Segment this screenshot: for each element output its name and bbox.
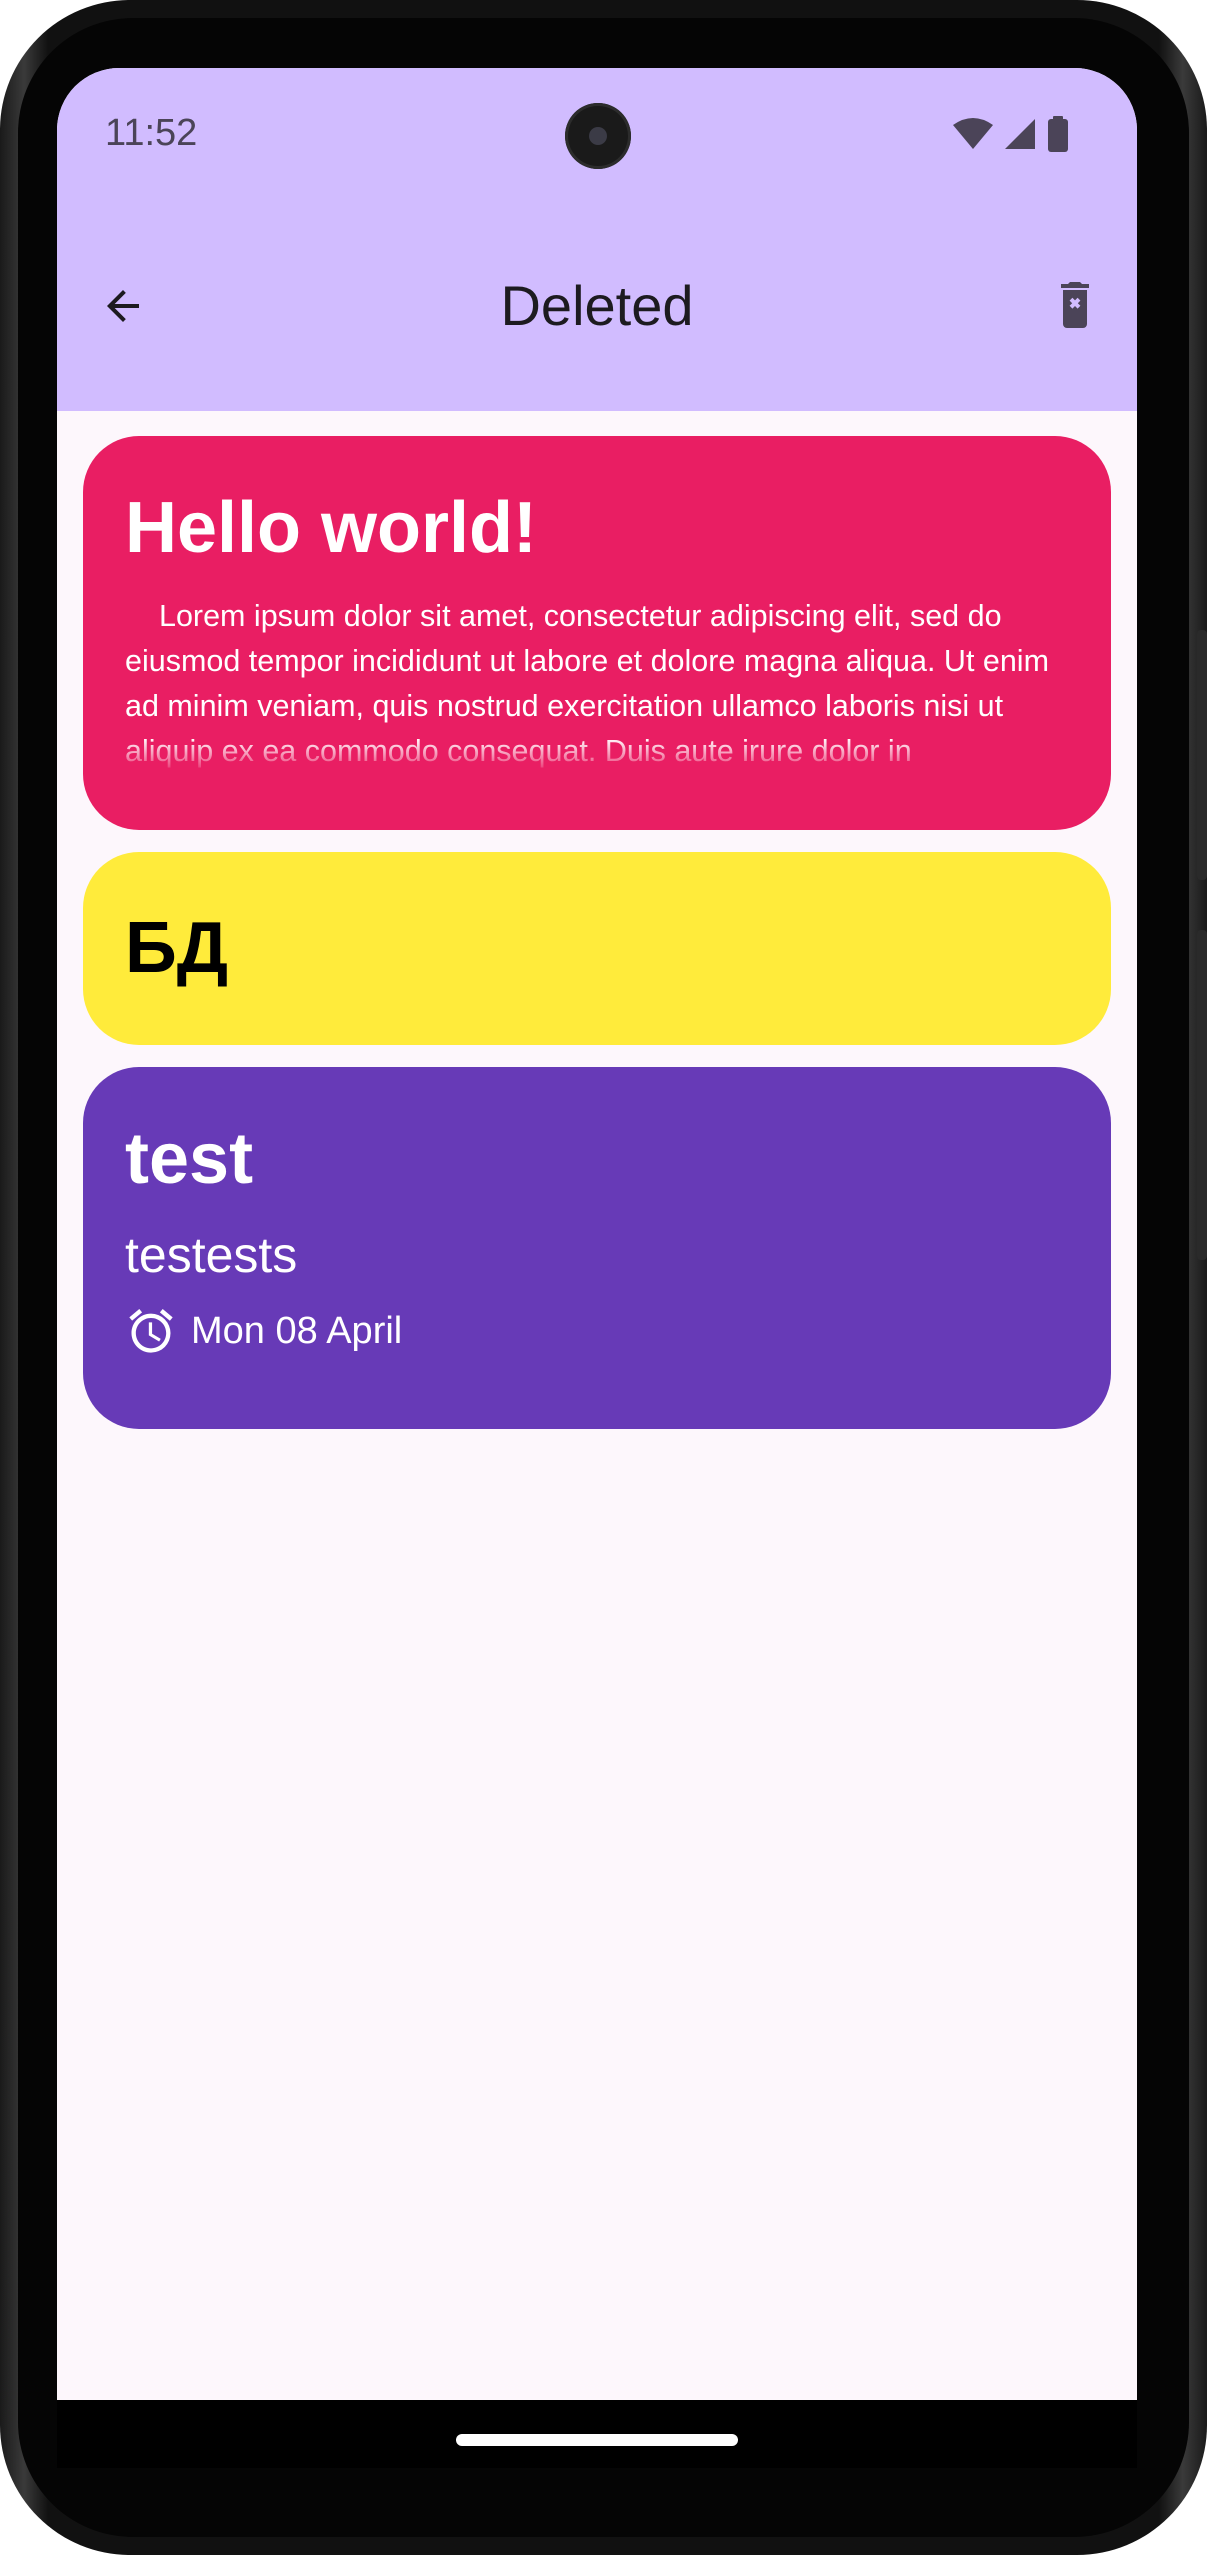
note-subtitle: testests [125,1227,298,1283]
note-title: БД [125,908,229,988]
page-title: Deleted [500,274,694,337]
status-time: 11:52 [105,112,198,154]
empty-trash-button[interactable] [1039,270,1111,342]
battery-icon [1048,116,1068,152]
screen: 11:52 Deleted Hello world! Lorem ipsum d… [57,68,1137,2468]
alarm-icon [129,1309,173,1353]
note-title: Hello world! [125,488,537,568]
delete-forever-icon [1061,282,1089,328]
cellular-signal-icon [1005,119,1035,149]
power-button [1197,630,1207,880]
app-bar: 11:52 Deleted [57,68,1137,411]
note-reminder: Mon 08 April [125,1305,1069,1357]
reminder-date: Mon 08 April [191,1310,403,1352]
volume-button [1197,930,1207,1260]
note-card[interactable]: Hello world! Lorem ipsum dolor sit amet,… [83,436,1111,830]
wifi-icon [953,118,993,149]
front-camera [565,103,631,169]
note-title: test [125,1119,254,1199]
home-indicator[interactable] [456,2434,738,2446]
note-card[interactable]: test testests Mon 08 April [83,1067,1111,1429]
note-card[interactable]: БД [83,852,1111,1045]
status-icons [953,116,1069,152]
note-body: Lorem ipsum dolor sit amet, consectetur … [125,599,1049,768]
